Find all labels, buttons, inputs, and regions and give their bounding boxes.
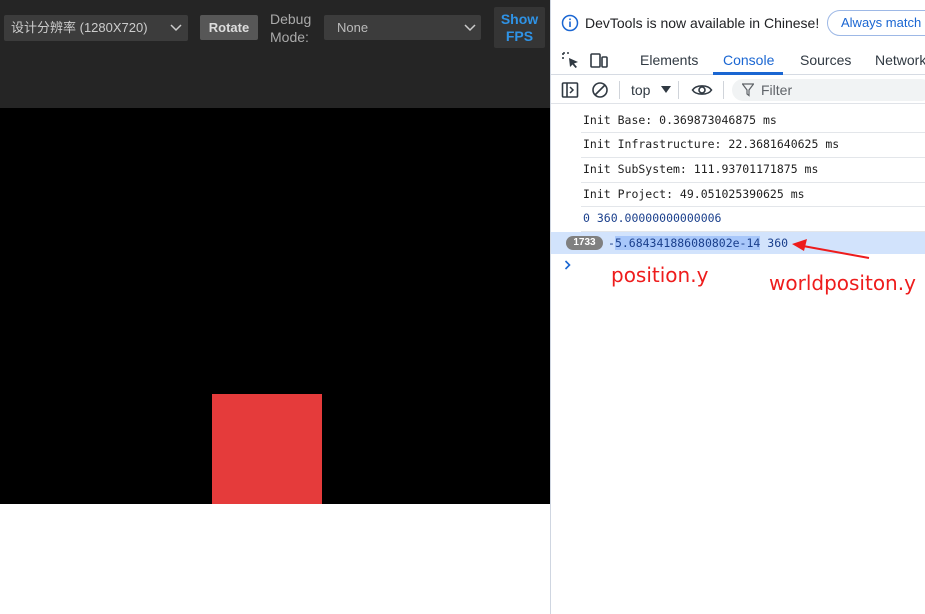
chevron-down-icon (170, 24, 182, 32)
console-toolbar: top Filter (551, 76, 925, 104)
preview-toolbar: 设计分辨率 (1280X720) Rotate Debug Mode: None… (0, 0, 550, 108)
chevron-down-icon (464, 24, 476, 32)
eye-icon[interactable] (691, 81, 713, 99)
message-rest: 360 (760, 236, 789, 250)
console-message: 0 360.00000000000006 (583, 211, 722, 225)
sidebar-toggle-icon[interactable] (561, 81, 579, 99)
filter-icon (742, 83, 754, 97)
devtools-tabbar: Elements Console Sources Network (551, 45, 925, 75)
filter-placeholder: Filter (761, 82, 793, 98)
annotation-position-y: position.y (611, 263, 709, 287)
debug-mode-value: None (337, 20, 369, 35)
highlighted-value: 5.684341886080802e-14 (614, 236, 761, 250)
game-preview: 设计分辨率 (1280X720) Rotate Debug Mode: None… (0, 0, 550, 614)
active-tab-indicator (713, 72, 783, 75)
console-message: Init Base: 0.369873046875 ms (583, 113, 777, 127)
message-prefix: - (608, 236, 615, 250)
rotate-button[interactable]: Rotate (200, 15, 258, 40)
filter-input[interactable]: Filter (732, 79, 925, 101)
always-match-button[interactable]: Always match (827, 10, 925, 36)
infobar-message: DevTools is now available in Chinese! (585, 15, 820, 31)
red-square-node (212, 394, 322, 504)
toolbar-divider (678, 81, 679, 99)
show-fps-button[interactable]: Show FPS (494, 7, 545, 48)
tab-elements[interactable]: Elements (640, 45, 698, 75)
debug-mode-label: Debug Mode: (270, 11, 312, 45)
devtools-panel: DevTools is now available in Chinese! Al… (550, 0, 925, 614)
annotation-world-position-y: worldpositon.y (769, 271, 916, 295)
screen: 设计分辨率 (1280X720) Rotate Debug Mode: None… (0, 0, 925, 614)
language-infobar: DevTools is now available in Chinese! Al… (551, 0, 925, 45)
console-message: Init Infrastructure: 22.3681640625 ms (583, 137, 840, 151)
info-icon (561, 14, 579, 32)
toolbar-divider (723, 81, 724, 99)
caret-down-icon (661, 86, 671, 93)
resolution-select[interactable]: 设计分辨率 (1280X720) (4, 15, 188, 41)
console-message: Init SubSystem: 111.93701171875 ms (583, 162, 819, 176)
debug-mode-select[interactable]: None (324, 15, 481, 40)
device-toolbar-icon[interactable] (589, 51, 609, 69)
console-prompt-icon[interactable] (564, 259, 572, 271)
tab-console[interactable]: Console (723, 45, 774, 75)
context-selector[interactable]: top (631, 80, 671, 100)
game-canvas[interactable] (0, 108, 550, 504)
clear-console-icon[interactable] (591, 81, 609, 99)
tab-network[interactable]: Network (875, 45, 925, 75)
toolbar-divider (619, 81, 620, 99)
repeat-count-badge: 1733 (566, 236, 603, 250)
context-value: top (631, 82, 651, 98)
console-message: Init Project: 49.051025390625 ms (583, 187, 805, 201)
resolution-value: 设计分辨率 (1280X720) (11, 20, 148, 35)
selected-message-text: -5.684341886080802e-14 360 (608, 232, 788, 254)
inspect-element-icon[interactable] (561, 51, 581, 69)
annotation-arrow-icon (792, 239, 870, 259)
tab-sources[interactable]: Sources (800, 45, 851, 75)
